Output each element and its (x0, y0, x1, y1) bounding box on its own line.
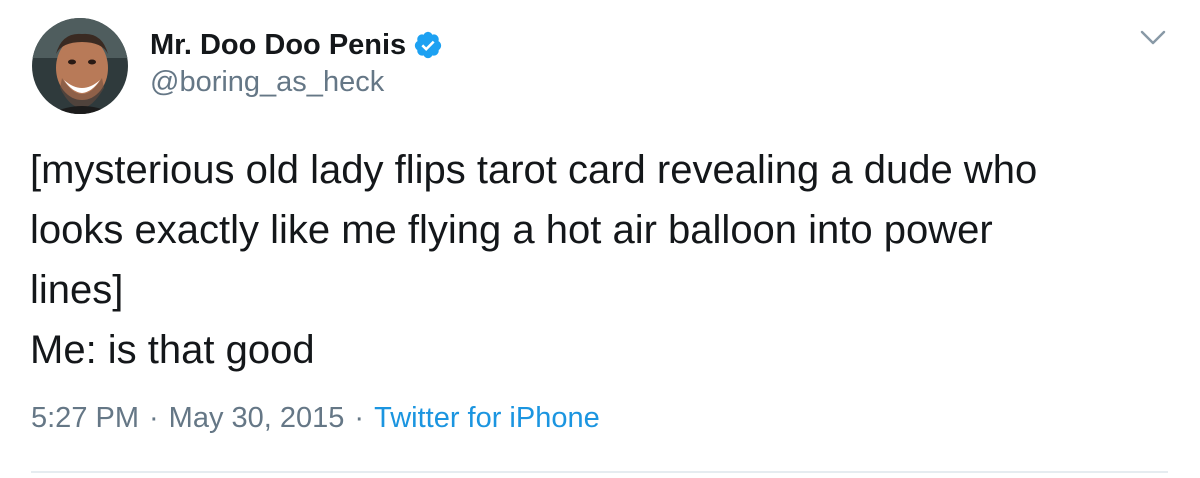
tweet-date[interactable]: May 30, 2015 (169, 402, 345, 435)
verified-badge-icon (413, 30, 443, 60)
tweet-source-link[interactable]: Twitter for iPhone (374, 402, 600, 435)
tweet-time[interactable]: 5:27 PM (31, 402, 139, 435)
tweet-line: looks exactly like me flying a hot air b… (30, 208, 993, 252)
avatar-image (32, 18, 128, 114)
chevron-down-icon[interactable] (1138, 28, 1168, 48)
tweet-line: [mysterious old lady flips tarot card re… (30, 148, 1038, 192)
tweet-line: Me: is that good (30, 328, 315, 372)
meta-separator: · (354, 402, 365, 434)
divider (31, 471, 1168, 473)
user-handle[interactable]: @boring_as_heck (150, 66, 384, 99)
author-name-row[interactable]: Mr. Doo Doo Penis (150, 27, 443, 63)
tweet-text: [mysterious old lady flips tarot card re… (30, 140, 1180, 380)
avatar[interactable] (32, 18, 128, 114)
tweet-meta: 5:27 PM · May 30, 2015 · Twitter for iPh… (31, 402, 600, 435)
display-name[interactable]: Mr. Doo Doo Penis (150, 29, 406, 62)
tweet-line: lines] (30, 268, 124, 312)
meta-separator: · (149, 402, 159, 434)
